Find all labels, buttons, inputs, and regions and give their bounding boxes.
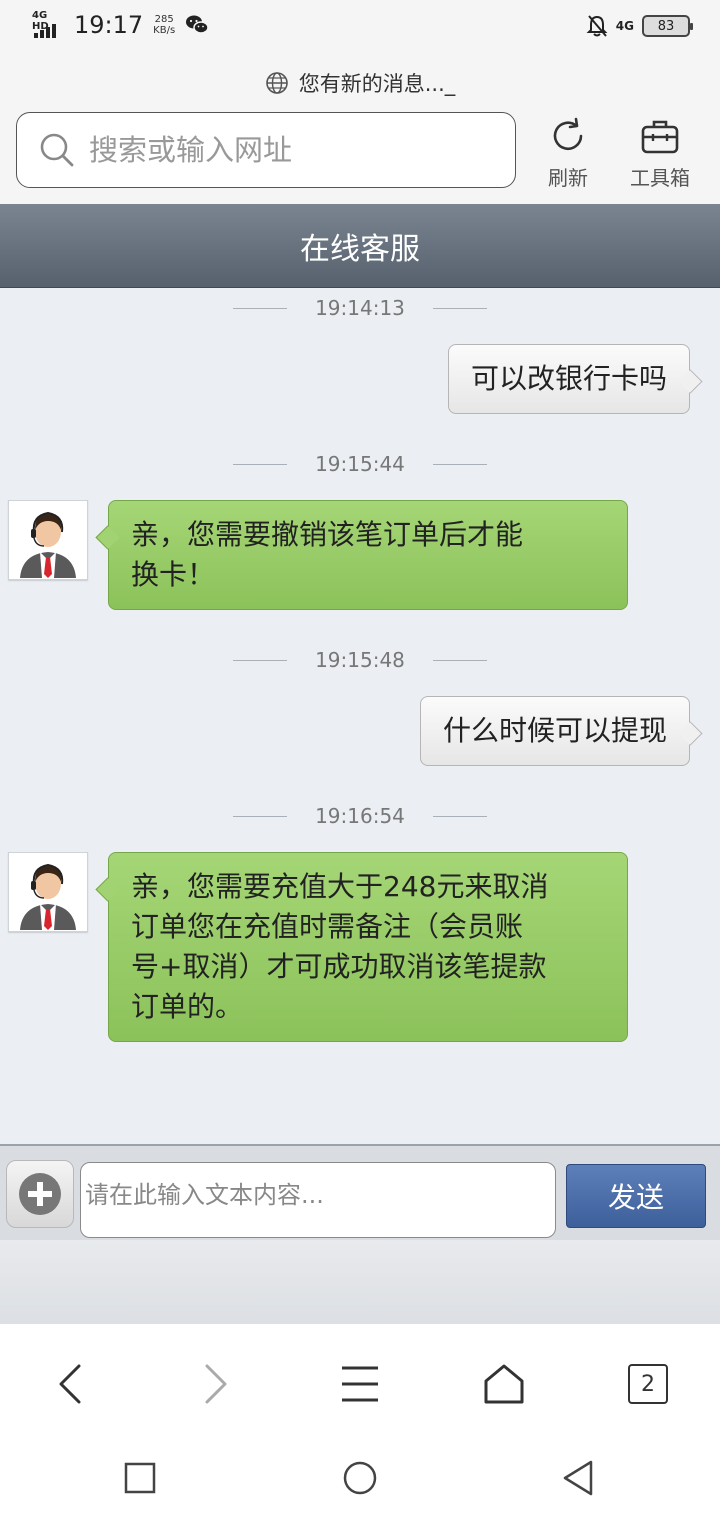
timestamp-text: 19:16:54 [315,804,405,828]
send-button[interactable]: 发送 [566,1164,706,1228]
system-home-button[interactable] [330,1448,390,1508]
chat-title: 在线客服 [300,231,420,267]
support-agent-icon [20,863,76,930]
circle-icon [343,1461,377,1495]
menu-button[interactable] [330,1354,390,1414]
refresh-button[interactable]: 刷新 [548,116,588,191]
chat-title-bar: 在线客服 [0,204,720,288]
message-input[interactable] [85,1181,545,1209]
cellular-signal-icon: 4G HD [32,10,66,40]
forward-button[interactable] [186,1354,246,1414]
message-text-line: 订单的。 [131,990,244,1023]
globe-icon [265,72,288,94]
tabs-count: 2 [641,1371,655,1397]
message-text-line: 换卡！ [131,558,216,591]
message-input-box[interactable] [80,1162,556,1238]
triangle-back-icon [563,1460,593,1496]
timestamp-text: 19:15:48 [315,648,405,672]
outgoing-message-bubble[interactable]: 什么时候可以提现 [419,696,690,766]
network-speed-unit: KB/s [153,25,176,36]
home-icon [484,1364,524,1404]
refresh-label: 刷新 [548,166,588,190]
message-composer: 发送 [0,1144,720,1240]
message-timestamp: 19:15:48 [0,648,720,672]
wechat-icon [186,15,209,34]
network-4g-label: 4G [615,18,634,33]
message-text-line: 亲，您需要撤销该笔订单后才能 [131,518,524,551]
system-navigation-bar [0,1434,720,1520]
toolbox-icon [641,120,679,154]
system-back-button[interactable] [548,1448,608,1508]
message-timestamp: 19:16:54 [0,804,720,828]
chevron-right-icon [205,1364,227,1404]
chevron-left-icon [59,1364,81,1404]
refresh-icon [553,117,583,151]
recents-button[interactable] [110,1448,170,1508]
chat-message-list[interactable]: 19:14:13 可以改银行卡吗 19:15:44 亲，您需要撤销该笔订单后才能… [0,288,720,1144]
incoming-message-bubble[interactable]: 亲，您需要撤销该笔订单后才能 换卡！ [108,500,628,610]
home-button[interactable] [474,1354,534,1414]
incoming-message-bubble[interactable]: 亲，您需要充值大于248元来取消 订单您在充值时需备注（会员账 号+取消）才可成… [108,852,628,1042]
plus-icon [19,1173,61,1215]
status-time: 19:17 [74,11,144,39]
message-timestamp: 19:14:13 [0,296,720,320]
tabs-count-icon: 2 [628,1364,668,1404]
bell-muted-icon [586,15,608,37]
menu-icon [342,1366,378,1402]
message-text-line: 号+取消）才可成功取消该笔提款 [131,950,547,983]
network-speed-value: 285 [154,14,174,25]
outgoing-message-bubble[interactable]: 可以改银行卡吗 [447,344,690,414]
timestamp-text: 19:15:44 [315,452,405,476]
status-bar: 4G HD 19:17 285 KB/s 4G 83 [0,0,720,56]
square-icon [124,1462,156,1494]
message-text-line: 订单您在充值时需备注（会员账 [131,910,524,943]
composer-footer [0,1240,720,1324]
toolbox-button[interactable]: 工具箱 [630,116,690,191]
network-speed: 285 KB/s [153,14,175,36]
tabs-button[interactable]: 2 [618,1354,678,1414]
message-timestamp: 19:15:44 [0,452,720,476]
search-icon [40,133,74,167]
page-title-row: 您有新的消息..._ [0,68,720,98]
support-agent-icon [20,511,76,578]
battery-icon: 83 [642,15,693,37]
message-text-line: 亲，您需要充值大于248元来取消 [131,870,549,903]
browser-header: 您有新的消息..._ 刷新 工具箱 [0,56,720,204]
toolbox-label: 工具箱 [630,166,690,190]
message-text: 什么时候可以提现 [442,714,667,747]
address-bar[interactable] [16,112,516,188]
back-button[interactable] [40,1354,100,1414]
browser-bottom-nav: 2 [0,1324,720,1434]
battery-level: 83 [657,18,675,34]
page-title: 您有新的消息..._ [298,72,456,96]
agent-avatar[interactable] [8,852,88,932]
timestamp-text: 19:14:13 [315,296,405,320]
agent-avatar[interactable] [8,500,88,580]
address-input[interactable] [89,133,489,167]
message-text: 可以改银行卡吗 [470,362,667,395]
attach-button[interactable] [6,1160,74,1228]
